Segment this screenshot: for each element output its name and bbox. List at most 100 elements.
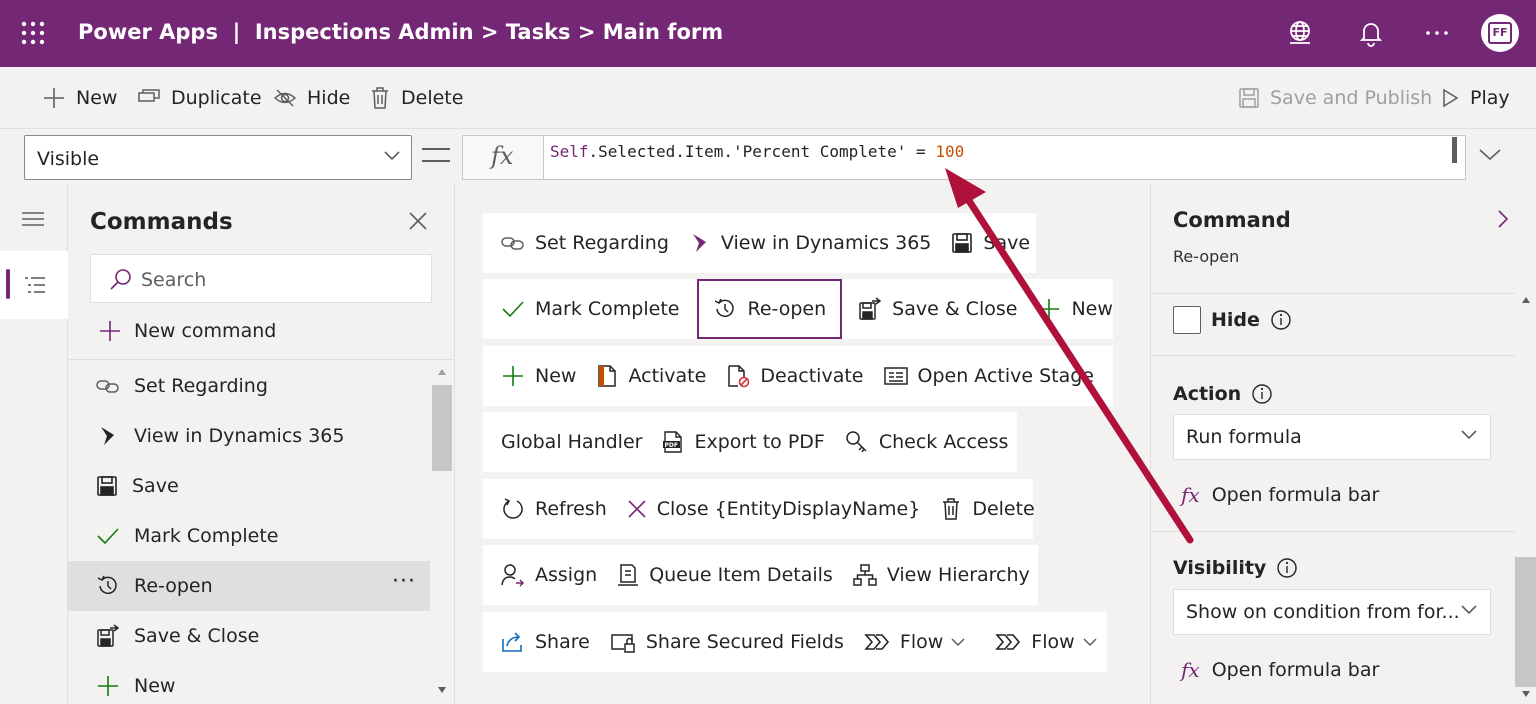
info-icon[interactable] xyxy=(1251,383,1273,405)
preview-mark-complete-button[interactable]: Mark Complete xyxy=(499,281,697,337)
list-item-mark-complete[interactable]: Mark Complete xyxy=(68,511,430,561)
formula-input[interactable]: Self.Selected.Item.'Percent Complete' = … xyxy=(544,135,1466,180)
preview-flow-dropdown-2[interactable]: Flow xyxy=(993,614,1124,670)
save-and-publish-button[interactable]: Save and Publish xyxy=(1238,85,1432,111)
scroll-up-arrow-icon[interactable] xyxy=(438,369,446,375)
checkmark-icon xyxy=(502,301,524,318)
panel-scrollbar[interactable] xyxy=(432,365,452,704)
preview-activate-button[interactable]: Activate xyxy=(594,348,724,404)
delete-button[interactable]: Delete xyxy=(369,85,463,111)
scroll-down-arrow-icon[interactable] xyxy=(1522,691,1530,697)
preview-new-button-2[interactable]: New xyxy=(499,348,594,404)
preview-save-button[interactable]: Save xyxy=(949,215,1048,271)
preview-delete-button[interactable]: Delete xyxy=(938,481,1052,537)
info-icon[interactable] xyxy=(1270,309,1292,331)
pane-scrollbar[interactable] xyxy=(1515,293,1536,704)
divider xyxy=(1151,531,1515,532)
open-formula-bar-link-2[interactable]: fx Open formula bar xyxy=(1181,658,1379,682)
preview-share-button[interactable]: Share xyxy=(499,614,608,670)
rail-item-commands[interactable] xyxy=(0,251,68,319)
scrollbar-thumb[interactable] xyxy=(1515,557,1536,687)
list-item-label: Save & Close xyxy=(134,625,260,647)
preview-queue-item-details-button[interactable]: Queue Item Details xyxy=(615,547,851,603)
play-button[interactable]: Play xyxy=(1440,85,1510,111)
preview-check-access-button[interactable]: Check Access xyxy=(843,414,1027,470)
trash-icon xyxy=(943,498,960,520)
queue-item-icon xyxy=(618,564,639,586)
search-input[interactable]: Search xyxy=(90,254,432,303)
preview-refresh-button[interactable]: Refresh xyxy=(499,481,625,537)
list-item-view-in-dynamics[interactable]: View in Dynamics 365 xyxy=(68,411,430,461)
pane-heading: Command xyxy=(1173,208,1291,232)
pdf-icon: PDF xyxy=(663,431,683,453)
action-dropdown[interactable]: Run formula xyxy=(1173,414,1491,460)
preview-save-close-button[interactable]: Save & Close xyxy=(856,281,1035,337)
save-close-icon xyxy=(97,624,120,647)
button-label: New xyxy=(535,365,577,387)
fx-button[interactable]: fx xyxy=(462,135,544,180)
hamburger-menu-icon[interactable] xyxy=(22,211,44,227)
preview-flow-dropdown[interactable]: Flow xyxy=(862,614,993,670)
preview-new-button[interactable]: New xyxy=(1035,281,1130,337)
scrollbar-thumb[interactable] xyxy=(432,385,452,471)
preview-share-secured-fields-button[interactable]: Share Secured Fields xyxy=(608,614,862,670)
new-command-label: New command xyxy=(134,320,277,342)
preview-view-in-dynamics-button[interactable]: View in Dynamics 365 xyxy=(687,215,949,271)
list-item-label: New xyxy=(134,675,176,697)
link-icon xyxy=(501,237,524,250)
chevron-right-icon[interactable] xyxy=(1497,209,1509,229)
more-options-icon[interactable]: ··· xyxy=(392,569,416,594)
close-icon[interactable] xyxy=(408,211,428,231)
button-label: Queue Item Details xyxy=(649,564,833,586)
list-item-new[interactable]: New xyxy=(68,661,430,704)
button-label: Deactivate xyxy=(760,365,864,387)
expand-formula-chevron-icon[interactable] xyxy=(1478,147,1502,163)
action-label-row: Action xyxy=(1173,383,1273,405)
preview-deactivate-button[interactable]: Deactivate xyxy=(724,348,881,404)
new-button[interactable]: New xyxy=(42,85,117,111)
dynamics-icon xyxy=(692,234,706,252)
fx-icon: fx xyxy=(1181,483,1200,507)
preview-assign-button[interactable]: Assign xyxy=(499,547,615,603)
list-item-save[interactable]: Save xyxy=(68,461,430,511)
more-options-icon[interactable] xyxy=(1422,18,1452,48)
pane-subtitle: Re-open xyxy=(1173,247,1240,266)
open-formula-bar-link[interactable]: fx Open formula bar xyxy=(1181,483,1379,507)
button-label: New xyxy=(1071,298,1113,320)
environment-globe-icon[interactable] xyxy=(1285,18,1315,48)
property-dropdown[interactable]: Visible xyxy=(24,135,412,180)
list-item-re-open[interactable]: Re-open ··· xyxy=(68,561,430,611)
preview-close-entity-button[interactable]: Close {EntityDisplayName} xyxy=(625,481,939,537)
list-item-set-regarding[interactable]: Set Regarding xyxy=(68,361,430,411)
notification-bell-icon[interactable] xyxy=(1356,18,1386,48)
visibility-dropdown[interactable]: Show on condition from for... xyxy=(1173,589,1491,635)
button-label: View in Dynamics 365 xyxy=(720,232,932,254)
user-avatar[interactable]: FF xyxy=(1481,14,1519,52)
svg-text:PDF: PDF xyxy=(665,442,678,449)
hide-checkbox[interactable] xyxy=(1173,306,1201,334)
preview-open-active-stage-button[interactable]: Open Active Stage xyxy=(882,348,1113,404)
preview-set-regarding-button[interactable]: Set Regarding xyxy=(499,215,687,271)
preview-global-handler-button[interactable]: Global Handler xyxy=(499,414,660,470)
list-item-save-close[interactable]: Save & Close xyxy=(68,611,430,661)
duplicate-button[interactable]: Duplicate xyxy=(137,85,262,111)
scroll-up-arrow-icon[interactable] xyxy=(1522,297,1530,303)
hide-button[interactable]: Hide xyxy=(273,85,350,111)
checkmark-icon xyxy=(97,528,119,545)
formula-scrollbar[interactable] xyxy=(1452,137,1457,163)
plus-icon xyxy=(98,676,118,696)
list-item-label: Save xyxy=(132,475,179,497)
new-command-button[interactable]: New command xyxy=(98,319,276,343)
info-icon[interactable] xyxy=(1276,557,1298,579)
button-label: Save xyxy=(983,232,1031,254)
link-icon xyxy=(96,380,119,393)
scroll-down-arrow-icon[interactable] xyxy=(438,687,446,693)
preview-export-pdf-button[interactable]: PDF Export to PDF xyxy=(660,414,842,470)
preview-re-open-button[interactable]: Re-open xyxy=(697,279,843,339)
waffle-icon[interactable] xyxy=(20,20,46,46)
formula-self-token: Self xyxy=(550,142,589,161)
preview-view-hierarchy-button[interactable]: View Hierarchy xyxy=(851,547,1048,603)
hide-label: Hide xyxy=(1211,309,1260,331)
button-label: Open Active Stage xyxy=(917,365,1095,387)
button-label: Share Secured Fields xyxy=(645,631,844,653)
